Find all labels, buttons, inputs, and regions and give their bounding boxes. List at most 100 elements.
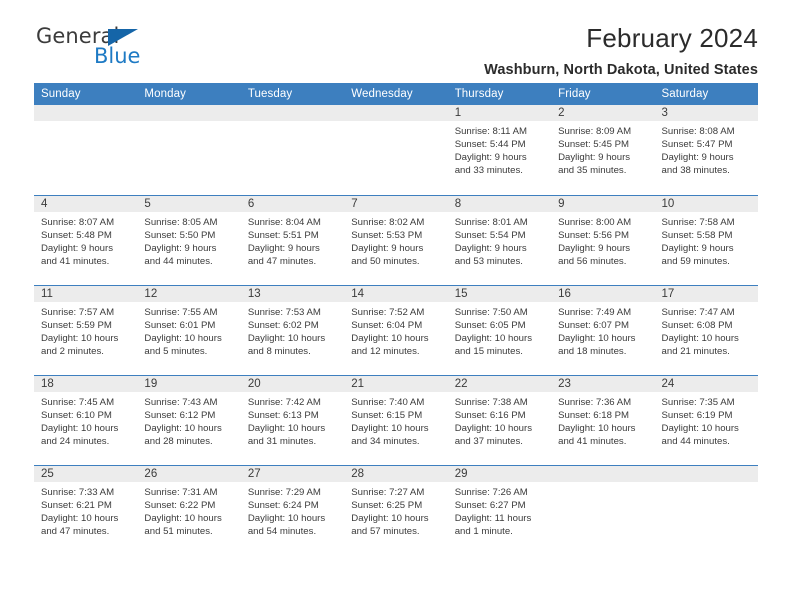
daylight-duration-line1: Daylight: 10 hours — [351, 332, 429, 344]
calendar-day-cell-empty — [240, 105, 345, 195]
sunrise-time: Sunrise: 7:31 AM — [144, 486, 218, 498]
calendar-day-cell-empty — [34, 105, 138, 195]
calendar-day-cell-empty — [344, 105, 448, 195]
sunset-time: Sunset: 5:48 PM — [41, 229, 112, 241]
day-number: 8 — [447, 195, 552, 212]
calendar-day-cell[interactable]: 21 Sunrise: 7:40 AM Sunset: 6:15 PM Dayligh… — [344, 374, 448, 465]
calendar-day-cell[interactable]: 26 Sunrise: 7:31 AM Sunset: 6:22 PM Dayligh… — [137, 464, 241, 555]
daylight-duration-line2: and 28 minutes. — [144, 435, 213, 447]
day-details: Sunrise: 7:58 AM Sunset: 5:58 PM Daylight:… — [655, 212, 758, 268]
calendar-day-cell[interactable]: 23 Sunrise: 7:36 AM Sunset: 6:18 PM Dayligh… — [551, 374, 655, 465]
calendar-day-cell[interactable]: 14 Sunrise: 7:52 AM Sunset: 6:04 PM Dayligh… — [344, 284, 448, 375]
day-number — [34, 105, 138, 121]
daylight-duration-line1: Daylight: 10 hours — [144, 512, 222, 524]
day-details: Sunrise: 7:43 AM Sunset: 6:12 PM Daylight:… — [137, 392, 240, 448]
sunrise-time: Sunrise: 7:40 AM — [351, 396, 425, 408]
calendar-day-cell[interactable]: 20 Sunrise: 7:42 AM Sunset: 6:13 PM Dayligh… — [240, 374, 345, 465]
calendar-day-cell[interactable]: 28 Sunrise: 7:27 AM Sunset: 6:25 PM Dayligh… — [344, 464, 448, 555]
calendar-day-cell[interactable]: 19 Sunrise: 7:43 AM Sunset: 6:12 PM Dayligh… — [137, 374, 241, 465]
sunset-time: Sunset: 6:02 PM — [247, 319, 319, 331]
calendar-week-row: 25 Sunrise: 7:33 AM Sunset: 6:21 PM Dayligh… — [34, 464, 758, 555]
daylight-duration-line1: Daylight: 9 hours — [558, 242, 631, 254]
day-details: Sunrise: 8:04 AM Sunset: 5:51 PM Daylight:… — [241, 212, 344, 268]
calendar-day-cell[interactable]: 6 Sunrise: 8:04 AM Sunset: 5:51 PM Daylight… — [240, 194, 345, 285]
day-number: 3 — [654, 105, 758, 121]
daylight-duration-line2: and 21 minutes. — [661, 345, 730, 357]
calendar-day-cell[interactable]: 24 Sunrise: 7:35 AM Sunset: 6:19 PM Dayligh… — [654, 374, 758, 465]
calendar-day-cell[interactable]: 9 Sunrise: 8:00 AM Sunset: 5:56 PM Daylight… — [551, 194, 655, 285]
calendar-day-cell[interactable]: 2 Sunrise: 8:09 AM Sunset: 5:45 PM Daylight… — [551, 105, 655, 195]
sunset-time: Sunset: 6:12 PM — [144, 409, 216, 421]
day-number: 23 — [551, 375, 655, 392]
daylight-duration-line2: and 41 minutes. — [558, 435, 627, 447]
calendar-day-cell[interactable]: 29 Sunrise: 7:26 AM Sunset: 6:27 PM Dayligh… — [447, 464, 552, 555]
sunset-time: Sunset: 5:44 PM — [454, 139, 526, 151]
sunset-time: Sunset: 6:04 PM — [351, 319, 423, 331]
weekday-header-wednesday: Wednesday — [344, 83, 448, 105]
calendar-day-cell-empty — [551, 464, 655, 555]
sunset-time: Sunset: 6:08 PM — [661, 319, 733, 331]
calendar-day-cell[interactable]: 17 Sunrise: 7:47 AM Sunset: 6:08 PM Dayligh… — [654, 284, 758, 375]
sunset-time: Sunset: 6:16 PM — [454, 409, 526, 421]
daylight-duration-line1: Daylight: 10 hours — [351, 422, 429, 434]
calendar-day-cell-empty — [137, 105, 241, 195]
calendar-day-cell[interactable]: 4 Sunrise: 8:07 AM Sunset: 5:48 PM Daylight… — [34, 194, 138, 285]
calendar-day-cell[interactable]: 27 Sunrise: 7:29 AM Sunset: 6:24 PM Dayligh… — [240, 464, 345, 555]
calendar-day-cell[interactable]: 10 Sunrise: 7:58 AM Sunset: 5:58 PM Dayligh… — [654, 194, 758, 285]
sunrise-time: Sunrise: 7:26 AM — [454, 486, 528, 498]
daylight-duration-line1: Daylight: 9 hours — [661, 242, 734, 254]
calendar-day-cell[interactable]: 11 Sunrise: 7:57 AM Sunset: 5:59 PM Dayligh… — [34, 284, 138, 375]
daylight-duration-line2: and 47 minutes. — [247, 255, 317, 267]
calendar-day-cell[interactable]: 7 Sunrise: 8:02 AM Sunset: 5:53 PM Daylight… — [344, 194, 448, 285]
sunrise-time: Sunrise: 8:00 AM — [558, 216, 632, 228]
day-details: Sunrise: 7:38 AM Sunset: 6:16 PM Daylight:… — [448, 392, 551, 448]
sunrise-time: Sunrise: 7:29 AM — [247, 486, 321, 498]
calendar-day-cell[interactable]: 13 Sunrise: 7:53 AM Sunset: 6:02 PM Dayligh… — [240, 284, 345, 375]
calendar-day-cell-empty — [654, 464, 758, 555]
day-number: 16 — [551, 285, 655, 302]
calendar-day-cell[interactable]: 15 Sunrise: 7:50 AM Sunset: 6:05 PM Dayligh… — [447, 284, 552, 375]
daylight-duration-line2: and 15 minutes. — [454, 345, 523, 357]
day-number: 10 — [654, 195, 758, 212]
day-details: Sunrise: 7:36 AM Sunset: 6:18 PM Daylight:… — [551, 392, 654, 448]
daylight-duration-line1: Daylight: 9 hours — [661, 152, 734, 164]
day-number: 7 — [344, 195, 448, 212]
sunrise-time: Sunrise: 7:42 AM — [247, 396, 321, 408]
calendar-day-cell[interactable]: 16 Sunrise: 7:49 AM Sunset: 6:07 PM Dayligh… — [551, 284, 655, 375]
calendar-day-cell[interactable]: 25 Sunrise: 7:33 AM Sunset: 6:21 PM Dayligh… — [34, 464, 138, 555]
sunrise-time: Sunrise: 7:49 AM — [558, 306, 632, 318]
day-number: 1 — [447, 105, 552, 121]
daylight-duration-line2: and 50 minutes. — [351, 255, 420, 267]
day-number: 5 — [137, 195, 241, 212]
sunrise-time: Sunrise: 7:27 AM — [351, 486, 425, 498]
sunset-time: Sunset: 6:27 PM — [454, 499, 526, 511]
general-blue-logo[interactable]: General Blue — [34, 26, 244, 74]
sunrise-time: Sunrise: 8:09 AM — [558, 126, 632, 137]
sunset-time: Sunset: 5:54 PM — [454, 229, 526, 241]
day-details: Sunrise: 8:01 AM Sunset: 5:54 PM Daylight:… — [448, 212, 551, 268]
weekday-header-sunday: Sunday — [34, 83, 138, 105]
day-details: Sunrise: 7:49 AM Sunset: 6:07 PM Daylight:… — [551, 302, 654, 358]
sunrise-time: Sunrise: 7:53 AM — [247, 306, 321, 318]
calendar-day-cell[interactable]: 8 Sunrise: 8:01 AM Sunset: 5:54 PM Daylight… — [447, 194, 552, 285]
calendar-day-cell[interactable]: 18 Sunrise: 7:45 AM Sunset: 6:10 PM Dayligh… — [34, 374, 138, 465]
page-header: General Blue February 2024 Washburn, Nor… — [34, 0, 758, 78]
sunset-time: Sunset: 5:56 PM — [558, 229, 630, 241]
calendar-day-cell[interactable]: 1 Sunrise: 8:11 AM Sunset: 5:44 PM Daylight… — [447, 105, 552, 195]
daylight-duration-line2: and 1 minute. — [454, 525, 513, 537]
sunrise-time: Sunrise: 7:47 AM — [661, 306, 735, 318]
calendar-day-cell[interactable]: 5 Sunrise: 8:05 AM Sunset: 5:50 PM Daylight… — [137, 194, 241, 285]
sunset-time: Sunset: 5:53 PM — [351, 229, 423, 241]
daylight-duration-line2: and 59 minutes. — [661, 255, 730, 267]
calendar-day-cell[interactable]: 22 Sunrise: 7:38 AM Sunset: 6:16 PM Dayligh… — [447, 374, 552, 465]
day-number: 11 — [34, 285, 138, 302]
day-number: 12 — [137, 285, 241, 302]
day-details: Sunrise: 8:00 AM Sunset: 5:56 PM Daylight:… — [551, 212, 654, 268]
sunrise-time: Sunrise: 8:04 AM — [247, 216, 321, 228]
calendar-header-row: Sunday Monday Tuesday Wednesday Thursday… — [34, 83, 758, 105]
calendar-day-cell[interactable]: 12 Sunrise: 7:55 AM Sunset: 6:01 PM Dayligh… — [137, 284, 241, 375]
sunset-time: Sunset: 5:47 PM — [661, 139, 733, 151]
calendar-day-cell[interactable]: 3 Sunrise: 8:08 AM Sunset: 5:47 PM Daylight… — [654, 105, 758, 195]
sunrise-time: Sunrise: 7:57 AM — [41, 306, 115, 318]
day-number: 9 — [551, 195, 655, 212]
